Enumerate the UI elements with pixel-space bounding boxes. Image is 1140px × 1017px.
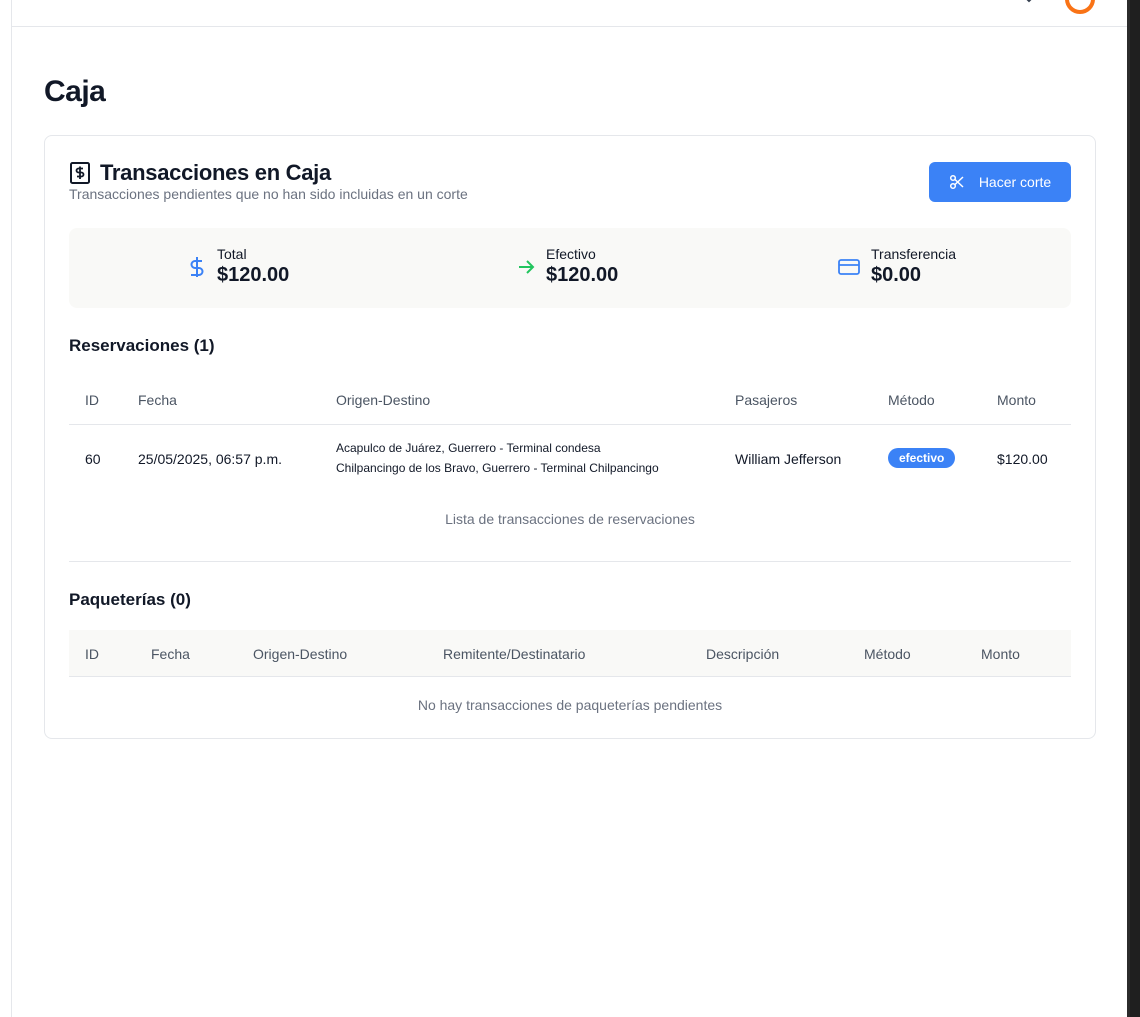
dollar-icon: [190, 257, 204, 277]
stat-cash-label: Efectivo: [546, 246, 596, 262]
summary-panel: Total $120.00 Efectivo $120.00 Transfere…: [69, 228, 1071, 308]
row-amount: $120.00: [997, 451, 1048, 467]
arrow-right-icon: [519, 260, 535, 274]
sidebar-border: [11, 0, 12, 1017]
col-date: Fecha: [138, 392, 177, 408]
card-title: Transacciones en Caja: [100, 160, 331, 185]
col-passengers: Pasajeros: [735, 392, 798, 408]
col-id: ID: [85, 646, 99, 662]
col-route: Origen-Destino: [336, 392, 431, 408]
stat-cash: Efectivo $120.00: [516, 246, 618, 288]
card-header: Transacciones en Caja: [69, 160, 331, 186]
packages-title: Paqueterías (0): [69, 590, 191, 609]
stat-cash-value: $120.00: [546, 264, 619, 286]
page-title: Caja: [44, 75, 106, 108]
col-description: Descripción: [706, 646, 780, 662]
avatar[interactable]: [1065, 0, 1095, 14]
transactions-card: Transacciones en Caja Transacciones pend…: [44, 135, 1096, 739]
packages-empty-message: No hay transacciones de paqueterías pend…: [417, 697, 723, 713]
header-divider: [69, 424, 1071, 425]
packages-table: ID Fecha Origen-Destino Remitente/Destin…: [69, 630, 1071, 726]
row-id: 60: [85, 451, 101, 467]
row-date: 25/05/2025, 06:57 p.m.: [138, 451, 282, 467]
stat-total: Total $120.00: [187, 246, 289, 288]
card-subtitle: Transacciones pendientes que no han sido…: [69, 186, 468, 202]
stat-transfer-label: Transferencia: [871, 246, 957, 262]
stat-total-value: $120.00: [217, 264, 290, 286]
row-destination: Chilpancingo de los Bravo, Guerrero - Te…: [336, 461, 659, 475]
col-sender-recipient: Remitente/Destinatario: [443, 646, 586, 662]
window-edge: [1127, 0, 1140, 1017]
col-method: Método: [864, 646, 911, 662]
col-amount: Monto: [997, 392, 1036, 408]
col-amount: Monto: [981, 646, 1020, 662]
status-badge: efectivo: [888, 448, 956, 468]
col-id: ID: [85, 392, 99, 408]
scissors-icon: [949, 174, 964, 190]
receipt-icon: [70, 162, 90, 184]
reservations-caption: Lista de transacciones de reservaciones: [445, 511, 695, 527]
reservations-title: Reservaciones (1): [69, 336, 215, 355]
top-bar: [12, 0, 1127, 27]
row-origin: Acapulco de Juárez, Guerrero - Terminal …: [336, 441, 601, 455]
row-passenger: William Jefferson: [735, 451, 842, 467]
credit-card-icon: [838, 259, 860, 275]
col-method: Método: [888, 392, 935, 408]
make-cut-button[interactable]: Hacer corte: [929, 162, 1071, 202]
col-route: Origen-Destino: [253, 646, 348, 662]
section-divider: [69, 561, 1071, 562]
col-date: Fecha: [151, 646, 190, 662]
reservations-table: ID Fecha Origen-Destino Pasajeros Método…: [69, 372, 1071, 538]
chevron-down-icon[interactable]: [1022, 0, 1036, 4]
stat-transfer: Transferencia $0.00: [837, 246, 956, 288]
stat-transfer-value: $0.00: [871, 264, 922, 286]
make-cut-label: Hacer corte: [978, 174, 1052, 190]
stat-total-label: Total: [217, 246, 247, 262]
